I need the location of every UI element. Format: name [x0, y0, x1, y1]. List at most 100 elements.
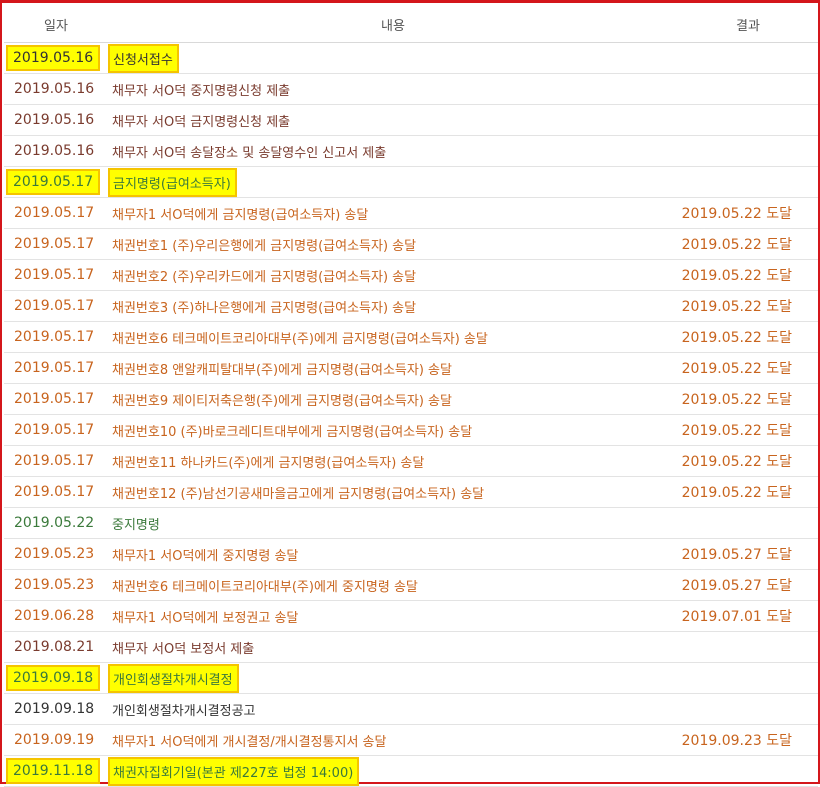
row-content: 채권번호6 테크메이트코리아대부(주)에게 중지명령 송달 [108, 569, 678, 601]
row-date: 2019.05.23 [4, 538, 108, 570]
row-result: 2019.05.22 도달 [678, 259, 818, 291]
row-result [678, 662, 818, 694]
header-content: 내용 [108, 6, 678, 43]
row-content: 채권번호2 (주)우리카드에게 금지명령(급여소득자) 송달 [108, 259, 678, 291]
row-date: 2019.05.16 [5, 45, 101, 71]
row-date: 2019.05.17 [4, 259, 108, 291]
row-result [678, 507, 818, 539]
table-row: 2019.05.17 채권번호3 (주)하나은행에게 금지명령(급여소득자) 송… [4, 290, 818, 322]
table-row: 2019.05.17 채권번호1 (주)우리은행에게 금지명령(급여소득자) 송… [4, 228, 818, 260]
row-content: 중지명령 [108, 507, 678, 539]
table-row: 2019.05.23 채권번호6 테크메이트코리아대부(주)에게 중지명령 송달… [4, 569, 818, 601]
row-result: 2019.09.23 도달 [678, 724, 818, 756]
table-row: 2019.05.17 채권번호8 앤알캐피탈대부(주)에게 금지명령(급여소득자… [4, 352, 818, 384]
row-date: 2019.05.17 [4, 476, 108, 508]
row-date: 2019.05.17 [4, 197, 108, 229]
row-content: 채무자 서O덕 보정서 제출 [108, 631, 678, 663]
table-row: 2019.09.19 채무자1 서O덕에게 개시결정/개시결정통지서 송달 20… [4, 724, 818, 756]
row-content: 채무자1 서O덕에게 보정권고 송달 [108, 600, 678, 632]
row-date: 2019.05.23 [4, 569, 108, 601]
table-row: 2019.05.17 채권번호11 하나카드(주)에게 금지명령(급여소득자) … [4, 445, 818, 477]
row-result: 2019.05.22 도달 [678, 445, 818, 477]
row-date: 2019.11.18 [5, 758, 101, 784]
row-result: 2019.05.22 도달 [678, 290, 818, 322]
table-row: 2019.05.16 채무자 서O덕 금지명령신청 제출 [4, 104, 818, 136]
table-row: 2019.09.18 개인회생절차개시결정 [4, 662, 818, 694]
row-content: 금지명령(급여소득자) [108, 167, 237, 197]
header-result: 결과 [678, 6, 818, 43]
row-date: 2019.05.17 [4, 321, 108, 353]
row-date: 2019.09.18 [4, 693, 108, 725]
table-row: 2019.05.16 채무자 서O덕 중지명령신청 제출 [4, 73, 818, 105]
row-date: 2019.05.16 [4, 73, 108, 105]
row-date: 2019.06.28 [4, 600, 108, 632]
row-date: 2019.08.21 [4, 631, 108, 663]
row-content: 채권번호9 제이티저축은행(주)에게 금지명령(급여소득자) 송달 [108, 383, 678, 415]
row-result [678, 693, 818, 725]
row-date: 2019.05.17 [4, 445, 108, 477]
row-content: 채무자1 서O덕에게 개시결정/개시결정통지서 송달 [108, 724, 678, 756]
row-content: 채권번호12 (주)남선기공새마을금고에게 금지명령(급여소득자) 송달 [108, 476, 678, 508]
row-content: 개인회생절차개시결정공고 [108, 693, 678, 725]
case-history-table: 일자 내용 결과 2019.05.16 신청서접수 2019.05.16 채무자… [4, 6, 818, 787]
table-row: 2019.05.17 채권번호9 제이티저축은행(주)에게 금지명령(급여소득자… [4, 383, 818, 415]
table-header-row: 일자 내용 결과 [4, 6, 818, 43]
table-row: 2019.05.23 채무자1 서O덕에게 중지명령 송달 2019.05.27… [4, 538, 818, 570]
row-date: 2019.05.17 [4, 228, 108, 260]
row-result: 2019.07.01 도달 [678, 600, 818, 632]
row-content: 신청서접수 [108, 43, 179, 73]
row-date: 2019.05.17 [4, 414, 108, 446]
row-content: 채권번호10 (주)바로크레디트대부에게 금지명령(급여소득자) 송달 [108, 414, 678, 446]
table-row: 2019.05.16 신청서접수 [4, 42, 818, 74]
row-result: 2019.05.22 도달 [678, 228, 818, 260]
row-content: 채권번호6 테크메이트코리아대부(주)에게 금지명령(급여소득자) 송달 [108, 321, 678, 353]
row-date: 2019.05.17 [5, 169, 101, 195]
row-result: 2019.05.22 도달 [678, 197, 818, 229]
table-row: 2019.09.18 개인회생절차개시결정공고 [4, 693, 818, 725]
row-content: 채권번호8 앤알캐피탈대부(주)에게 금지명령(급여소득자) 송달 [108, 352, 678, 384]
row-content: 채권번호3 (주)하나은행에게 금지명령(급여소득자) 송달 [108, 290, 678, 322]
row-date: 2019.05.22 [4, 507, 108, 539]
row-date: 2019.05.17 [4, 383, 108, 415]
row-result [678, 73, 818, 105]
table-row: 2019.05.22 중지명령 [4, 507, 818, 539]
row-result: 2019.05.22 도달 [678, 321, 818, 353]
row-content: 채권번호1 (주)우리은행에게 금지명령(급여소득자) 송달 [108, 228, 678, 260]
row-date: 2019.09.19 [4, 724, 108, 756]
row-content: 채권자집회기일(본관 제227호 법정 14:00) [107, 756, 360, 786]
header-date: 일자 [4, 6, 108, 43]
table-row: 2019.05.16 채무자 서O덕 송달장소 및 송달영수인 신고서 제출 [4, 135, 818, 167]
row-result [678, 104, 818, 136]
table-row: 2019.11.18 채권자집회기일(본관 제227호 법정 14:00) [4, 755, 818, 787]
table-row: 2019.05.17 채권번호10 (주)바로크레디트대부에게 금지명령(급여소… [4, 414, 818, 446]
row-content: 채권번호11 하나카드(주)에게 금지명령(급여소득자) 송달 [108, 445, 678, 477]
row-content: 채무자 서O덕 중지명령신청 제출 [108, 73, 678, 105]
row-result: 2019.05.27 도달 [678, 538, 818, 570]
row-result: 2019.05.27 도달 [678, 569, 818, 601]
table-body: 2019.05.16 신청서접수 2019.05.16 채무자 서O덕 중지명령… [4, 42, 818, 787]
row-result [678, 166, 818, 198]
table-row: 2019.05.17 채권번호6 테크메이트코리아대부(주)에게 금지명령(급여… [4, 321, 818, 353]
table-row: 2019.05.17 채권번호12 (주)남선기공새마을금고에게 금지명령(급여… [4, 476, 818, 508]
row-result [678, 755, 818, 787]
row-date: 2019.05.16 [4, 104, 108, 136]
row-date: 2019.05.17 [4, 290, 108, 322]
table-row: 2019.06.28 채무자1 서O덕에게 보정권고 송달 2019.07.01… [4, 600, 818, 632]
row-result: 2019.05.22 도달 [678, 383, 818, 415]
row-date: 2019.05.16 [4, 135, 108, 167]
row-content: 개인회생절차개시결정 [108, 663, 239, 693]
row-content: 채무자 서O덕 송달장소 및 송달영수인 신고서 제출 [108, 135, 678, 167]
row-result [678, 135, 818, 167]
table-row: 2019.05.17 채권번호2 (주)우리카드에게 금지명령(급여소득자) 송… [4, 259, 818, 291]
row-result [678, 42, 818, 74]
row-result: 2019.05.22 도달 [678, 476, 818, 508]
row-date: 2019.05.17 [4, 352, 108, 384]
table-row: 2019.05.17 채무자1 서O덕에게 금지명령(급여소득자) 송달 201… [4, 197, 818, 229]
table-row: 2019.08.21 채무자 서O덕 보정서 제출 [4, 631, 818, 663]
row-content: 채무자 서O덕 금지명령신청 제출 [108, 104, 678, 136]
row-result: 2019.05.22 도달 [678, 414, 818, 446]
row-date: 2019.09.18 [5, 665, 101, 691]
row-content: 채무자1 서O덕에게 금지명령(급여소득자) 송달 [108, 197, 678, 229]
table-row: 2019.05.17 금지명령(급여소득자) [4, 166, 818, 198]
row-result: 2019.05.22 도달 [678, 352, 818, 384]
